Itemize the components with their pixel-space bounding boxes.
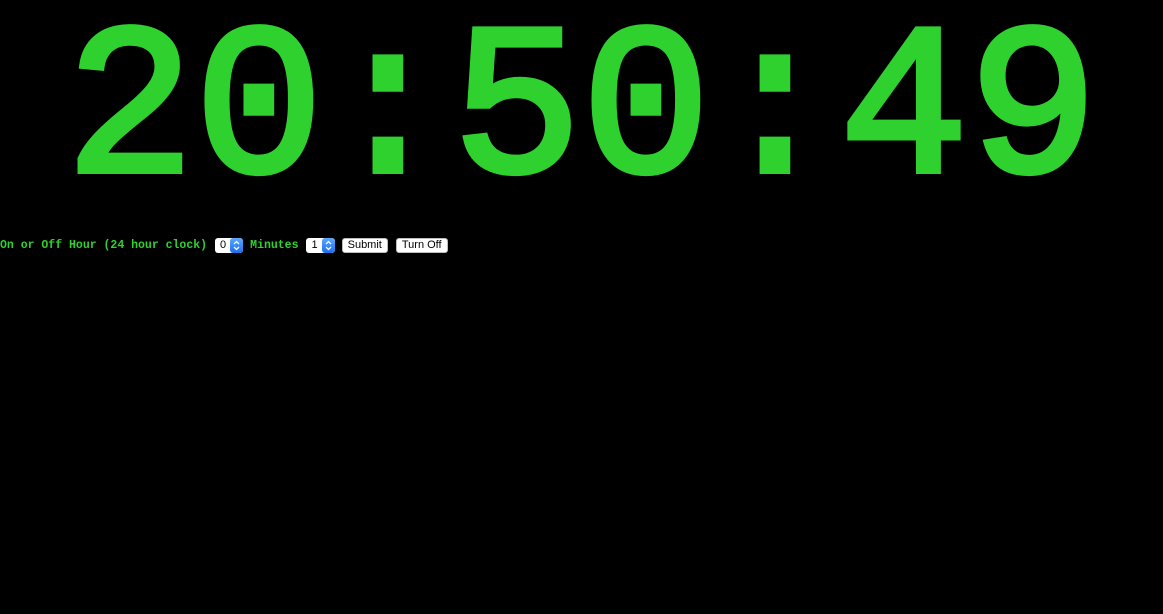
alarm-controls: On or Off Hour (24 hour clock) 0 Minutes… [0, 236, 456, 254]
up-down-chevron-icon[interactable] [230, 237, 244, 253]
up-down-chevron-icon[interactable] [321, 237, 335, 253]
submit-button[interactable]: Submit [341, 237, 388, 253]
hour-label: On or Off Hour (24 hour clock) [0, 238, 208, 252]
turn-off-button[interactable]: Turn Off [395, 237, 448, 253]
hour-stepper-value[interactable]: 0 [215, 238, 230, 253]
minutes-stepper[interactable]: 1 [306, 237, 335, 253]
clock-display: 20:50:49 [62, 12, 1100, 217]
minutes-stepper-value[interactable]: 1 [306, 238, 321, 253]
minutes-label: Minutes [250, 238, 299, 252]
hour-stepper[interactable]: 0 [215, 237, 244, 253]
